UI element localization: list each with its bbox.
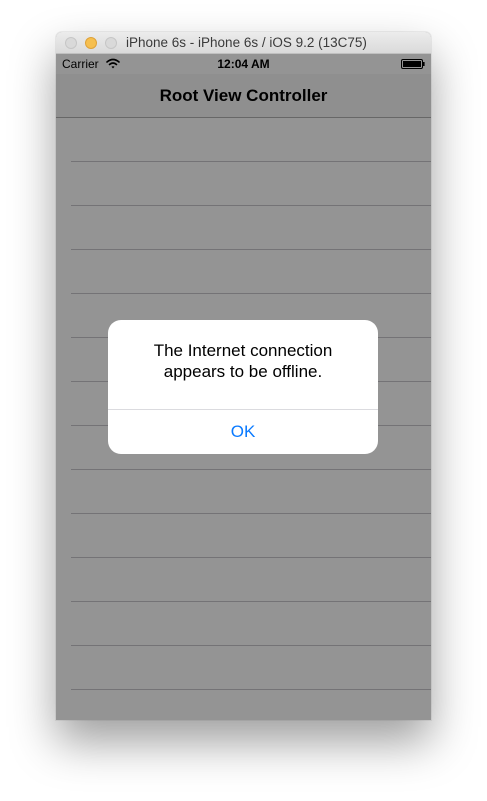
- alert-dialog: The Internet connection appears to be of…: [108, 320, 378, 454]
- ok-button[interactable]: OK: [108, 410, 378, 454]
- alert-message: The Internet connection appears to be of…: [153, 341, 333, 381]
- simulator-window: iPhone 6s - iPhone 6s / iOS 9.2 (13C75) …: [56, 32, 431, 720]
- window-titlebar[interactable]: iPhone 6s - iPhone 6s / iOS 9.2 (13C75): [56, 32, 431, 54]
- close-window-button[interactable]: [65, 37, 77, 49]
- device-screen: Carrier 12:04 AM Root View Controller Th…: [56, 54, 431, 720]
- window-title: iPhone 6s - iPhone 6s / iOS 9.2 (13C75): [126, 35, 367, 50]
- minimize-window-button[interactable]: [85, 37, 97, 49]
- zoom-window-button[interactable]: [105, 37, 117, 49]
